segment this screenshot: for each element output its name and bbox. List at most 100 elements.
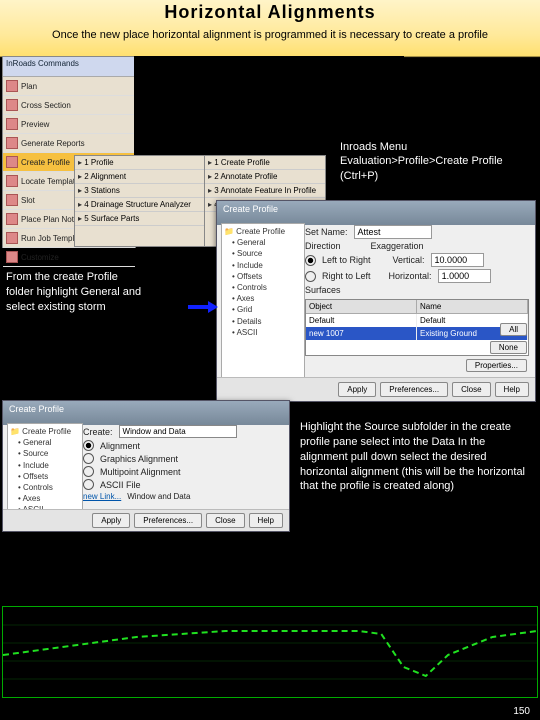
new-link[interactable]: new Link... (83, 492, 121, 501)
tab-label: Window and Data (127, 492, 190, 501)
tree-node[interactable]: • Axes (224, 293, 302, 304)
expand-icon: ▸ (208, 200, 212, 209)
expand-icon: ▸ (208, 158, 212, 167)
none-button[interactable]: None (490, 341, 527, 354)
helpbutton[interactable]: Help (249, 513, 283, 528)
helpbutton[interactable]: Help (495, 382, 529, 397)
page-number: 150 (513, 706, 530, 717)
flyout-item[interactable]: ▸ 3 Stations (75, 184, 205, 198)
preferences-button[interactable]: Preferences... (134, 513, 202, 528)
exaggeration-label: Exaggeration (371, 241, 424, 251)
create-profile-dialog-1: Create Profile 📁 Create Profile• General… (216, 200, 536, 402)
ltr-radio[interactable] (305, 255, 316, 266)
caption-right-2: Highlight the Source subfolder in the cr… (300, 420, 534, 494)
tree-node[interactable]: • Source (224, 248, 302, 259)
tree-node[interactable]: • Grid (224, 304, 302, 315)
tree-node[interactable]: • Controls (10, 482, 80, 493)
item-icon (6, 137, 18, 149)
command-item[interactable]: Plan (3, 77, 135, 96)
flyout-item[interactable]: ▸ 1 Profile (75, 156, 205, 170)
tree-node[interactable]: • ASCII (224, 327, 302, 338)
tree-node[interactable]: • General (224, 237, 302, 248)
graphics-radio[interactable] (83, 453, 94, 464)
multipoint-radio[interactable] (83, 466, 94, 477)
ascii-label: ASCII File (100, 480, 141, 490)
horizontal-label: Horizontal: (389, 271, 432, 281)
col-name[interactable]: Name (417, 300, 528, 313)
dialog-tree[interactable]: 📁 Create Profile• General• Source• Inclu… (221, 223, 305, 379)
command-item[interactable]: Customize (3, 248, 135, 267)
expand-icon: ▸ (208, 186, 212, 195)
arrow-icon (188, 302, 220, 312)
dialog-title: Create Profile (217, 201, 535, 225)
expand-icon: ▸ (78, 214, 82, 223)
item-icon (6, 118, 18, 130)
create-profile-dialog-2: Create Profile 📁 Create Profile• General… (2, 400, 290, 532)
tree-node[interactable]: • Details (224, 316, 302, 327)
tree-node[interactable]: • Include (224, 260, 302, 271)
item-icon (6, 156, 18, 168)
expand-icon: ▸ (78, 200, 82, 209)
page-subtitle: Once the new place horizontal alignment … (20, 28, 520, 42)
vertical-label: Vertical: (393, 255, 425, 265)
caption-left: From the create Profile folder highlight… (6, 270, 146, 315)
cell[interactable]: Default (306, 314, 417, 327)
closebutton[interactable]: Close (206, 513, 244, 528)
alignment-label: Alignment (100, 441, 140, 451)
applybutton[interactable]: Apply (338, 382, 376, 397)
horizontal-input[interactable]: 1.0000 (438, 269, 491, 283)
graphics-label: Graphics Alignment (100, 454, 178, 464)
surfaces-label: Surfaces (305, 285, 529, 295)
caption-right-1: Inroads Menu Evaluation>Profile>Create P… (340, 140, 532, 183)
item-icon (6, 99, 18, 111)
rtl-label: Right to Left (322, 271, 371, 281)
commands-title: InRoads Commands (3, 57, 135, 77)
expand-icon: ▸ (78, 172, 82, 181)
command-item[interactable]: Cross Section (3, 96, 135, 115)
expand-icon: ▸ (78, 158, 82, 167)
tree-node[interactable]: • Source (10, 448, 80, 459)
tree-node[interactable]: • Axes (10, 493, 80, 504)
tree-node[interactable]: • General (10, 437, 80, 448)
expand-icon: ▸ (208, 172, 212, 181)
flyout-item[interactable]: ▸ 2 Annotate Profile (205, 170, 325, 184)
tree-node[interactable]: • Offsets (224, 271, 302, 282)
create-label: Create: (83, 427, 113, 437)
ltr-label: Left to Right (322, 255, 371, 265)
ascii-radio[interactable] (83, 479, 94, 490)
alignment-radio[interactable] (83, 440, 94, 451)
command-item[interactable]: Generate Reports (3, 134, 135, 153)
all-button[interactable]: All (500, 323, 527, 336)
tree-node[interactable]: 📁 Create Profile (224, 226, 302, 237)
tree-node[interactable]: 📁 Create Profile (10, 426, 80, 437)
properties-button[interactable]: Properties... (466, 359, 527, 372)
rtl-radio[interactable] (305, 271, 316, 282)
cell[interactable]: new 1007 (306, 327, 417, 340)
dialog-title: Create Profile (3, 401, 289, 425)
applybutton[interactable]: Apply (92, 513, 130, 528)
set-name-input[interactable]: Attest (354, 225, 432, 239)
direction-label: Direction (305, 241, 341, 251)
preferences-button[interactable]: Preferences... (380, 382, 448, 397)
flyout-item[interactable]: ▸ 2 Alignment (75, 170, 205, 184)
tree-node[interactable]: • Include (10, 460, 80, 471)
item-icon (6, 213, 18, 225)
flyout-item[interactable]: ▸ 5 Surface Parts (75, 212, 205, 226)
item-icon (6, 175, 18, 187)
tree-node[interactable]: • Controls (224, 282, 302, 293)
flyout-1: ▸ 1 Profile▸ 2 Alignment▸ 3 Stations▸ 4 … (74, 155, 206, 247)
profile-chart (2, 606, 538, 698)
flyout-item[interactable]: ▸ 3 Annotate Feature In Profile (205, 184, 325, 198)
set-name-label: Set Name: (305, 227, 348, 237)
tree-node[interactable]: • Offsets (10, 471, 80, 482)
multipoint-label: Multipoint Alignment (100, 467, 181, 477)
item-icon (6, 232, 18, 244)
col-object[interactable]: Object (306, 300, 417, 313)
create-dropdown[interactable]: Window and Data (119, 425, 237, 438)
flyout-item[interactable]: ▸ 4 Drainage Structure Analyzer (75, 198, 205, 212)
command-item[interactable]: Preview (3, 115, 135, 134)
flyout-item[interactable]: ▸ 1 Create Profile (205, 156, 325, 170)
dialog-tree[interactable]: 📁 Create Profile• General• Source• Inclu… (7, 423, 83, 513)
vertical-input[interactable]: 10.0000 (431, 253, 484, 267)
closebutton[interactable]: Close (452, 382, 490, 397)
